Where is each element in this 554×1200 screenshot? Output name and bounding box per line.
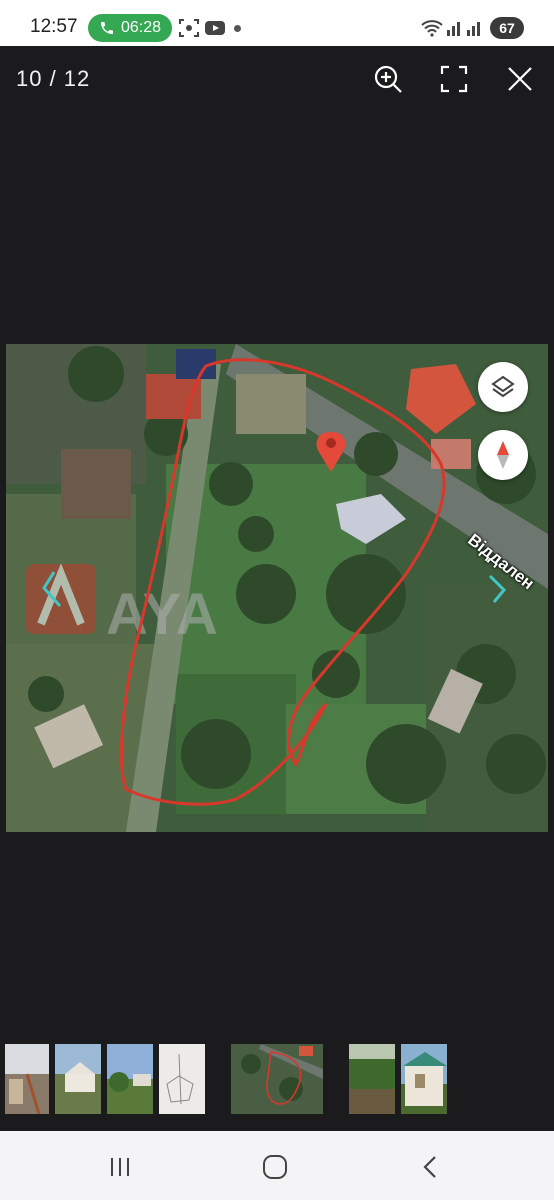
thumbnail-3[interactable] (107, 1044, 153, 1114)
thumbnail-image (55, 1044, 101, 1114)
satellite-map-image[interactable]: AYA (6, 344, 548, 832)
thumbnail-image (231, 1044, 323, 1114)
system-nav-bar (0, 1131, 554, 1200)
wifi-icon (421, 20, 443, 37)
thumbnail-image (159, 1044, 205, 1114)
phone-icon (100, 22, 113, 34)
close-icon (508, 67, 532, 91)
thumbnail-strip (0, 1044, 554, 1114)
signal-icon (447, 22, 460, 36)
thumbnail-6[interactable] (349, 1044, 395, 1114)
dot-icon (234, 25, 241, 32)
compass-button[interactable] (478, 430, 528, 480)
thumbnail-2[interactable] (55, 1044, 101, 1114)
satellite-picture: AYA (6, 344, 548, 832)
call-timer: 06:28 (120, 19, 162, 36)
thumbnail-image (5, 1044, 49, 1114)
youtube-icon (205, 21, 225, 35)
signal-icon (467, 22, 480, 36)
zoom-in-icon (374, 65, 402, 93)
recent-apps-icon (111, 1158, 129, 1176)
status-time: 12:57 (30, 16, 78, 37)
fullscreen-button[interactable] (437, 62, 471, 96)
layers-button[interactable] (478, 362, 528, 412)
thumbnail-4[interactable] (159, 1044, 205, 1114)
zoom-in-button[interactable] (371, 62, 405, 96)
thumbnail-1[interactable] (5, 1044, 49, 1114)
thumbnail-image (401, 1044, 447, 1114)
recent-apps-button[interactable] (100, 1151, 140, 1183)
watermark-text: AYA (106, 582, 218, 647)
home-icon (263, 1155, 287, 1179)
image-counter: 10 / 12 (16, 66, 91, 91)
call-chip[interactable]: 06:28 (88, 14, 172, 42)
compass-icon (497, 441, 509, 469)
thumbnail-5[interactable] (231, 1044, 323, 1114)
home-button[interactable] (255, 1151, 295, 1183)
battery-icon: 67 (490, 17, 524, 39)
layers-icon (491, 375, 515, 398)
thumbnail-image (107, 1044, 153, 1114)
fullscreen-icon (440, 65, 468, 93)
battery-level: 67 (499, 20, 515, 36)
screen-record-icon (179, 19, 199, 37)
thumbnail-image (349, 1044, 395, 1114)
back-button[interactable] (410, 1151, 450, 1183)
back-icon (423, 1156, 436, 1178)
close-button[interactable] (503, 62, 537, 96)
thumbnail-7[interactable] (401, 1044, 447, 1114)
